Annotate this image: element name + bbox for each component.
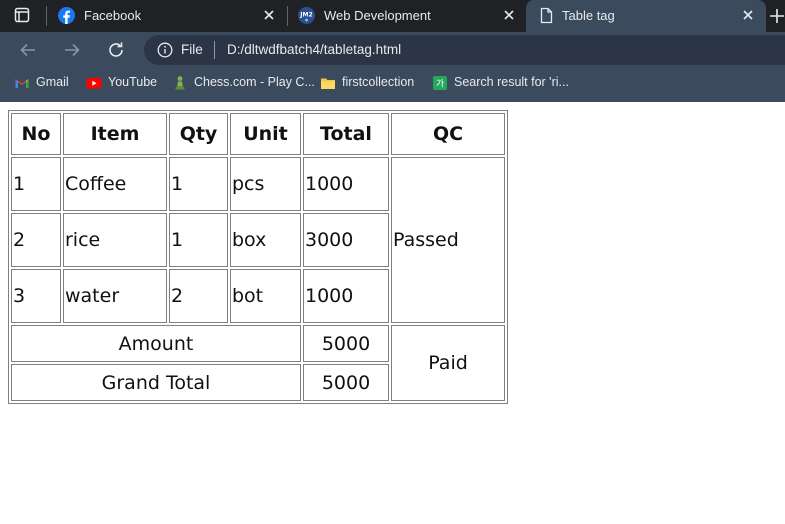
cell-qty: 1 [169, 157, 228, 211]
tab-actions-icon[interactable] [14, 7, 30, 23]
close-icon[interactable] [262, 8, 276, 22]
close-icon[interactable] [502, 8, 516, 22]
header-unit: Unit [230, 113, 301, 155]
amount-value: 5000 [303, 325, 389, 362]
bookmark-label: Search result for 'ri... [454, 75, 569, 89]
forward-arrow-icon[interactable] [62, 40, 82, 60]
cell-unit: bot [230, 269, 301, 323]
cell-item: water [63, 269, 167, 323]
new-tab-icon[interactable] [767, 6, 785, 26]
folder-icon [321, 78, 335, 89]
site-info-label: File [181, 42, 203, 57]
address-separator [214, 41, 215, 59]
cell-item: Coffee [63, 157, 167, 211]
reload-icon[interactable] [106, 40, 126, 60]
page-content: No Item Qty Unit Total QC 1 Coffee 1 pcs… [0, 102, 785, 524]
translate-icon: 가 [433, 76, 447, 90]
header-item: Item [63, 113, 167, 155]
amount-label: Amount [11, 325, 301, 362]
back-arrow-icon[interactable] [18, 40, 38, 60]
grand-total-value: 5000 [303, 364, 389, 401]
tab-table-tag[interactable]: Table tag [526, 0, 766, 32]
svg-text:JM2: JM2 [299, 12, 312, 19]
chess-icon [175, 76, 185, 90]
cell-no: 2 [11, 213, 61, 267]
address-bar[interactable]: File D:/dltwdfbatch4/tabletag.html [144, 35, 785, 65]
bookmark-label: Gmail [36, 75, 69, 89]
bookmark-label: YouTube [108, 75, 158, 89]
cell-item: rice [63, 213, 167, 267]
payment-status: Paid [391, 325, 505, 401]
info-icon[interactable] [157, 42, 173, 58]
tab-web-development[interactable]: JM2 Web Development [286, 0, 526, 32]
tab-label: Web Development [324, 8, 431, 23]
document-icon [540, 7, 553, 24]
header-no: No [11, 113, 61, 155]
cell-no: 3 [11, 269, 61, 323]
tab-label: Table tag [562, 8, 615, 23]
cell-no: 1 [11, 157, 61, 211]
tab-label: Facebook [84, 8, 142, 23]
cell-total: 1000 [303, 157, 389, 211]
invoice-table: No Item Qty Unit Total QC 1 Coffee 1 pcs… [8, 110, 508, 404]
cell-total: 1000 [303, 269, 389, 323]
bookmarks-bar: Gmail YouTube Chess.com - Play C... firs… [0, 68, 785, 98]
header-qc: QC [391, 113, 505, 155]
tab-strip: Facebook JM2 Web Development Table tag [0, 0, 785, 32]
bookmark-label: Chess.com - Play C... [194, 75, 315, 89]
cell-total: 3000 [303, 213, 389, 267]
browser-chrome: Facebook JM2 Web Development Table tag F… [0, 0, 785, 102]
cell-qc-status: Passed [391, 157, 505, 323]
gmail-icon [15, 79, 29, 88]
cell-qty: 1 [169, 213, 228, 267]
facebook-icon [58, 7, 75, 24]
table-row: 1 Coffee 1 pcs 1000 Passed [11, 157, 505, 323]
svg-text:가: 가 [436, 79, 444, 90]
jm2-icon: JM2 [298, 7, 315, 24]
url-text[interactable]: D:/dltwdfbatch4/tabletag.html [227, 42, 401, 57]
cell-unit: pcs [230, 157, 301, 211]
cell-unit: box [230, 213, 301, 267]
table-header-row: No Item Qty Unit Total QC [11, 113, 505, 155]
header-total: Total [303, 113, 389, 155]
header-qty: Qty [169, 113, 228, 155]
bookmark-label: firstcollection [342, 75, 415, 89]
youtube-icon [86, 78, 102, 89]
tab-facebook[interactable]: Facebook [46, 0, 286, 32]
close-icon[interactable] [741, 8, 755, 22]
amount-row: Amount 5000 Paid [11, 325, 505, 401]
grand-total-label: Grand Total [11, 364, 301, 401]
cell-qty: 2 [169, 269, 228, 323]
